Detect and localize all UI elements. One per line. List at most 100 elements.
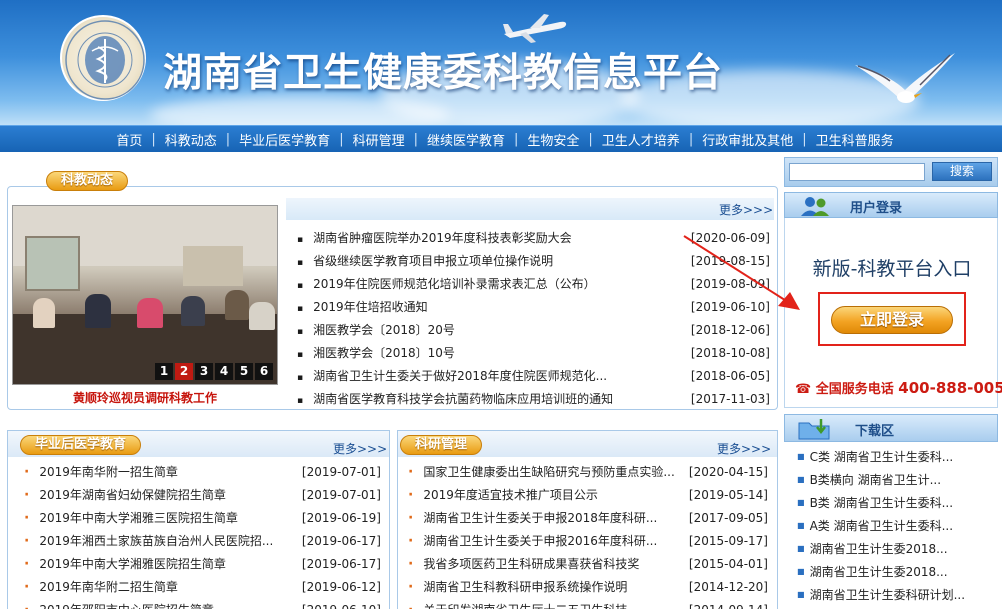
list-item[interactable]: 湖南省卫生科教科研申报系统操作说明 [2014-12-20] <box>408 576 768 599</box>
list-item[interactable]: 2019年中南大学湘雅医院招生简章 [2019-06-17] <box>24 553 381 576</box>
nav-item-label[interactable]: 科教动态 <box>165 130 217 149</box>
list-item-title[interactable]: 湖南省卫生科教科研申报系统操作说明 <box>408 576 627 599</box>
photo-person <box>249 302 275 330</box>
list-item-title[interactable]: 我省多项医药卫生科研成果喜获省科技奖 <box>408 553 639 576</box>
list-item-date: [2018-10-08] <box>690 346 770 360</box>
download-item[interactable]: C类 湖南省卫生计生委科... <box>797 445 997 468</box>
download-item[interactable]: 湖南省卫生计生委2018... <box>797 537 997 560</box>
list-item-title[interactable]: 国家卫生健康委出生缺陷研究与预防重点实验... <box>408 461 674 484</box>
list-item[interactable]: 湖南省卫生计生委关于做好2018年度住院医师规范化... [2018-06-05] <box>297 365 770 388</box>
list-item[interactable]: 2019年中南大学湘雅三医院招生简章 [2019-06-19] <box>24 507 381 530</box>
list-item-title[interactable]: 省级继续医学教育项目申报立项单位操作说明 <box>297 250 553 273</box>
login-header-label: 用户登录 <box>850 201 903 216</box>
nav-item-label[interactable]: 科研管理 <box>353 130 405 149</box>
nav-item-label[interactable]: 继续医学教育 <box>427 130 505 149</box>
pager-button-active[interactable]: 2 <box>175 363 193 380</box>
list-item[interactable]: 湖南省医学教育科技学会抗菌药物临床应用培训班的通知 [2017-11-03] <box>297 388 770 411</box>
list-item-title[interactable]: 湖南省卫生计生委关于申报2018年度科研... <box>408 507 657 530</box>
nav-item-continuing-edu[interactable]: | 继续医学教育 <box>405 130 505 149</box>
research-tab[interactable]: 科研管理 <box>400 435 483 455</box>
list-item-title[interactable]: 湖南省卫生计生委关于做好2018年度住院医师规范化... <box>297 365 607 388</box>
photo-person <box>181 296 205 326</box>
list-item-title[interactable]: 湖南省肿瘤医院举办2019年度科技表彰奖励大会 <box>297 227 572 250</box>
news-photo[interactable]: 1 2 3 4 5 6 <box>12 205 278 385</box>
list-item[interactable]: 2019年湘西土家族苗族自治州人民医院招... [2019-06-17] <box>24 530 381 553</box>
list-item[interactable]: 湖南省卫生计生委关于申报2016年度科研... [2015-09-17] <box>408 530 768 553</box>
nav-item-label[interactable]: 卫生人才培养 <box>602 130 680 149</box>
main-nav: 首页 | 科教动态 | 毕业后医学教育 | 科研管理 | 继续医学教育 | 生物安全 | 卫… <box>0 125 1002 152</box>
pager-button[interactable]: 5 <box>235 363 253 380</box>
list-item[interactable]: 2019年湖南省妇幼保健院招生简章 [2019-07-01] <box>24 484 381 507</box>
news-tab[interactable]: 科教动态 <box>46 171 129 191</box>
list-item-title[interactable]: 2019年南华附一招生简章 <box>24 461 178 484</box>
nav-item-label[interactable]: 首页 <box>116 130 142 149</box>
list-item[interactable]: 2019年度适宜技术推广项目公示 [2019-05-14] <box>408 484 768 507</box>
news-photo-caption[interactable]: 黄顺玲巡视员调研科教工作 <box>12 389 278 406</box>
photo-person <box>33 298 55 328</box>
list-item-title[interactable]: 2019年住培招收通知 <box>297 296 428 319</box>
list-item[interactable]: 2019年邵阳市中心医院招生简章 [2019-06-10] <box>24 599 381 609</box>
list-item-title[interactable]: 2019年度适宜技术推广项目公示 <box>408 484 598 507</box>
photo-person <box>225 290 249 320</box>
login-button[interactable]: 立即登录 <box>831 306 953 334</box>
list-item-title[interactable]: 关于印发湖南省卫生厅十二五卫生科技... <box>408 599 638 609</box>
nav-item-label[interactable]: 行政审批及其他 <box>702 130 793 149</box>
list-item-title[interactable]: 2019年中南大学湘雅三医院招生简章 <box>24 507 238 530</box>
nav-item-label[interactable]: 卫生科普服务 <box>816 130 894 149</box>
site-banner: 湖南省卫生健康委科教信息平台 <box>0 0 1002 125</box>
nav-item-science-pop[interactable]: | 卫生科普服务 <box>793 130 893 149</box>
list-item-date: [2019-07-01] <box>301 488 381 502</box>
nav-item-label[interactable]: 生物安全 <box>527 130 579 149</box>
list-item-title[interactable]: 2019年南华附二招生简章 <box>24 576 178 599</box>
download-item[interactable]: B类 湖南省卫生计生委科... <box>797 491 997 514</box>
download-item[interactable]: A类 湖南省卫生计生委科... <box>797 514 997 537</box>
download-item[interactable]: 湖南省卫生计生委科研计划... <box>797 583 997 606</box>
nav-item-research[interactable]: | 科研管理 <box>330 130 404 149</box>
postgrad-more-link[interactable]: 更多>>> <box>333 440 387 457</box>
nav-item-admin[interactable]: | 行政审批及其他 <box>680 130 793 149</box>
caduceus-icon <box>65 20 145 100</box>
download-item[interactable]: B类横向 湖南省卫生计... <box>797 468 997 491</box>
list-item[interactable]: 关于印发湖南省卫生厅十二五卫生科技... [2014-09-14] <box>408 599 768 609</box>
download-item[interactable]: 湖南省卫生计生委2018... <box>797 560 997 583</box>
list-item-title[interactable]: 湘医教学会〔2018〕20号 <box>297 319 455 342</box>
list-item-date: [2018-12-06] <box>690 323 770 337</box>
nav-item-biosafety[interactable]: | 生物安全 <box>505 130 579 149</box>
list-item-title[interactable]: 湖南省医学教育科技学会抗菌药物临床应用培训班的通知 <box>297 388 613 411</box>
list-item[interactable]: 湘医教学会〔2018〕10号 [2018-10-08] <box>297 342 770 365</box>
list-item-title[interactable]: 2019年湖南省妇幼保健院招生简章 <box>24 484 226 507</box>
list-item-title[interactable]: 湖南省卫生计生委关于申报2016年度科研... <box>408 530 657 553</box>
hotline-label: 全国服务电话 <box>815 382 894 397</box>
nav-item-news[interactable]: | 科教动态 <box>142 130 216 149</box>
airplane-icon <box>503 14 567 43</box>
photo-person <box>85 294 111 328</box>
list-item-title[interactable]: 2019年湘西土家族苗族自治州人民医院招... <box>24 530 273 553</box>
pager-button[interactable]: 6 <box>255 363 273 380</box>
nav-item-talent[interactable]: | 卫生人才培养 <box>579 130 679 149</box>
list-item-title[interactable]: 2019年邵阳市中心医院招生简章 <box>24 599 214 609</box>
list-item[interactable]: 湘医教学会〔2018〕20号 [2018-12-06] <box>297 319 770 342</box>
downloads-header: 下载区 <box>784 414 998 442</box>
news-more-link[interactable]: 更多>>> <box>719 201 773 218</box>
search-input[interactable] <box>789 163 925 181</box>
list-item[interactable]: 2019年南华附一招生简章 [2019-07-01] <box>24 461 381 484</box>
list-item[interactable]: 国家卫生健康委出生缺陷研究与预防重点实验... [2020-04-15] <box>408 461 768 484</box>
users-icon <box>801 197 829 216</box>
list-item[interactable]: 2019年南华附二招生简章 [2019-06-12] <box>24 576 381 599</box>
list-item[interactable]: 湖南省卫生计生委关于申报2018年度科研... [2017-09-05] <box>408 507 768 530</box>
pager-button[interactable]: 1 <box>155 363 173 380</box>
pager-button[interactable]: 3 <box>195 363 213 380</box>
login-title: 新版-科教平台入口 <box>812 258 972 280</box>
nav-item-postgrad[interactable]: | 毕业后医学教育 <box>217 130 330 149</box>
list-item-title[interactable]: 2019年中南大学湘雅医院招生简章 <box>24 553 226 576</box>
pager-button[interactable]: 4 <box>215 363 233 380</box>
research-more-link[interactable]: 更多>>> <box>717 440 771 457</box>
postgrad-tab[interactable]: 毕业后医学教育 <box>20 435 142 455</box>
nav-item-label[interactable]: 毕业后医学教育 <box>239 130 330 149</box>
search-button[interactable]: 搜索 <box>932 162 992 181</box>
list-item-date: [2019-05-14] <box>688 488 768 502</box>
list-item-title[interactable]: 2019年住院医师规范化培训补录需求表汇总（公布） <box>297 273 596 296</box>
nav-item-home[interactable]: 首页 <box>116 130 142 149</box>
list-item-title[interactable]: 湘医教学会〔2018〕10号 <box>297 342 455 365</box>
list-item[interactable]: 我省多项医药卫生科研成果喜获省科技奖 [2015-04-01] <box>408 553 768 576</box>
